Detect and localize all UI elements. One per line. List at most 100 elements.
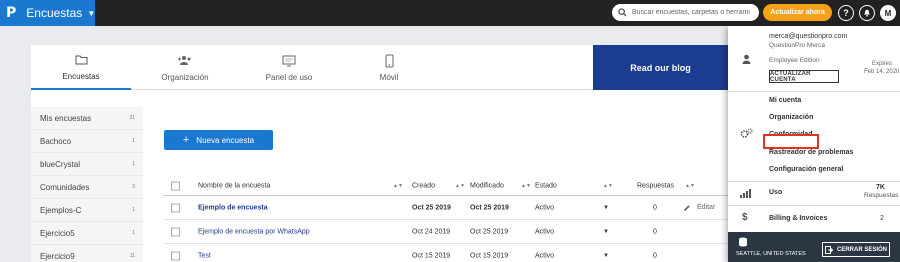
users-add-icon [177,54,193,68]
questionpro-logo: P [6,5,17,21]
logout-icon [824,245,833,254]
account-info-section: merca@questionpro.com QuestionPro Merca … [728,26,900,92]
sidebar-item-ejercicio9[interactable]: Ejercicio9 11 [31,245,143,262]
app-switcher[interactable]: P Encuestas ▼ [0,0,95,26]
sort-icon[interactable]: ▲▼ [455,183,465,189]
tab-movil[interactable]: Móvil [339,45,439,90]
sidebar-item-comunidades[interactable]: Comunidades 3 [31,176,143,199]
status-dropdown-icon[interactable]: ▼ [603,229,609,235]
status-label: Activo [535,252,555,259]
header-responses[interactable]: Respuestas [637,182,674,189]
usage-section[interactable]: Uso 7K Respuestas [728,182,900,206]
header-status[interactable]: Estado [535,182,557,189]
search-icon [618,8,627,17]
created-date: Oct 25 2019 [412,204,451,211]
status-dropdown-icon[interactable]: ▼ [603,253,609,259]
menu-item-rastreador[interactable]: Rastreador de problemas [769,149,853,156]
sidebar-item-ejemplos-c[interactable]: Ejemplos-C 1 [31,199,143,222]
responses-count: 0 [653,228,657,235]
select-all-checkbox[interactable] [171,181,180,190]
status-dropdown-icon[interactable]: ▼ [603,205,609,211]
tab-label: Encuestas [62,71,100,81]
billing-count: 2 [880,215,884,222]
usage-value: 7K [876,184,885,191]
survey-name-link[interactable]: Ejemplo de encuesta por WhatsApp [198,228,310,235]
account-email: merca@questionpro.com [769,33,848,40]
sidebar-item-count: 1 [132,230,135,236]
sidebar-item-label: Mis encuestas [40,113,92,123]
sidebar-item-label: Bachoco [40,136,72,146]
tab-label: Móvil [379,72,399,82]
sidebar-item-count: 11 [129,253,135,259]
plus-icon: + [182,134,190,146]
sidebar-item-bluecrystal[interactable]: blueCrystal 1 [31,153,143,176]
help-button[interactable]: ? [838,5,854,21]
sidebar-item-label: blueCrystal [40,159,81,169]
notifications-button[interactable] [859,5,875,21]
new-survey-button[interactable]: + Nueva encuesta [164,130,273,150]
modified-date: Oct 25 2019 [470,204,509,211]
expires-date: Feb 14, 2020 [864,69,900,75]
sort-icon[interactable]: ▲▼ [521,183,531,189]
phone-icon [385,54,394,68]
search-input[interactable]: Buscar encuestas, carpetas o herrami [612,4,759,21]
search-placeholder: Buscar encuestas, carpetas o herrami [632,9,750,16]
row-checkbox[interactable] [171,251,180,260]
menu-item-mi-cuenta[interactable]: Mi cuenta [769,97,801,104]
tab-panel-de-uso[interactable]: Panel de uso [239,45,339,90]
folder-sidebar: Mis encuestas 21 Bachoco 1 blueCrystal 1 Co… [31,107,143,262]
sort-icon[interactable]: ▲▼ [603,183,613,189]
dollar-icon: $ [742,212,748,223]
billing-section[interactable]: $ Billing & Invoices 2 [728,206,900,232]
sort-icon[interactable]: ▲▼ [685,183,695,189]
main-panel: Encuestas Organización Panel de uso Móvi… [31,45,728,262]
monitor-icon [282,54,296,68]
new-survey-label: Nueva encuesta [196,135,255,145]
header-created[interactable]: Creado [412,182,435,189]
billing-label: Billing & Invoices [769,215,828,222]
header-name[interactable]: Nombre de la encuesta [198,182,270,189]
sidebar-item-label: Ejercicio5 [40,228,75,238]
sidebar-item-mis-encuestas[interactable]: Mis encuestas 21 [31,107,143,130]
header-modified[interactable]: Modificado [470,182,504,189]
modified-date: Oct 15 2019 [470,252,509,259]
pencil-icon [684,204,690,211]
logout-button[interactable]: CERRAR SESIÓN [822,242,890,257]
table-header: Nombre de la encuesta ▲▼ Creado ▲▼ Modif… [163,176,728,196]
menu-item-configuracion[interactable]: Configuración general [769,166,843,173]
table-row[interactable]: Test Oct 15 2019 Oct 15 2019 Activo ▼ 0 [163,244,728,262]
row-checkbox[interactable] [171,227,180,236]
gears-icon [740,128,753,138]
responses-count: 0 [653,204,657,211]
bar-chart-icon [740,189,751,198]
tab-bar: Encuestas Organización Panel de uso Móvi… [31,45,728,90]
sidebar-item-bachoco[interactable]: Bachoco 1 [31,130,143,153]
read-our-blog-banner[interactable]: Read our blog [593,45,728,90]
database-icon [739,237,747,247]
tab-encuestas[interactable]: Encuestas [31,45,131,90]
row-checkbox[interactable] [171,203,180,212]
surveys-table: Nombre de la encuesta ▲▼ Creado ▲▼ Modif… [163,176,728,262]
logout-label: CERRAR SESIÓN [836,246,887,253]
survey-name-link[interactable]: Ejemplo de encuesta [198,204,268,211]
edit-button[interactable]: Editar [683,204,715,212]
sort-icon[interactable]: ▲▼ [393,183,403,189]
upgrade-now-button[interactable]: Actualizar ahora [763,4,832,21]
upgrade-account-button[interactable]: ACTUALIZAR CUENTA [769,70,839,83]
bell-icon [864,9,870,17]
menu-item-organizacion[interactable]: Organización [769,114,813,121]
table-row[interactable]: Ejemplo de encuesta por WhatsApp Oct 24 … [163,220,728,244]
expires-label: Expires [872,61,893,67]
tab-organizacion[interactable]: Organización [131,45,239,90]
avatar[interactable]: M [880,5,896,21]
survey-name-link[interactable]: Test [198,252,211,259]
tab-label: Panel de uso [265,72,313,82]
top-navbar: P Encuestas ▼ Buscar encuestas, carpetas… [0,0,900,26]
sidebar-item-label: Ejemplos-C [40,205,82,215]
table-row[interactable]: Ejemplo de encuesta Oct 25 2019 Oct 25 2… [163,196,728,220]
sidebar-item-ejercicio5[interactable]: Ejercicio5 1 [31,222,143,245]
status-label: Activo [535,228,555,235]
sidebar-item-count: 3 [132,184,135,190]
account-edition: Employee Edition [769,57,820,64]
sidebar-item-count: 1 [132,138,135,144]
